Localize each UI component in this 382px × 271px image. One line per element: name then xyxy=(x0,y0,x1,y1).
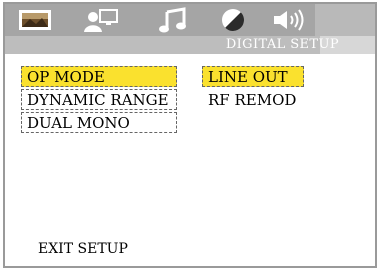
tab-speaker[interactable] xyxy=(267,4,317,36)
main-menu: OP MODE DYNAMIC RANGE DUAL MONO xyxy=(21,66,177,135)
menu-item-dual-mono[interactable]: DUAL MONO xyxy=(21,112,177,133)
exit-setup-button[interactable]: EXIT SETUP xyxy=(38,241,128,257)
tab-general[interactable] xyxy=(17,4,53,36)
speaker-icon xyxy=(274,9,304,31)
section-title-bar: DIGITAL SETUP xyxy=(5,36,375,54)
setup-screen: DIGITAL SETUP OP MODE DYNAMIC RANGE DUAL… xyxy=(3,2,377,268)
submenu: LINE OUT RF REMOD xyxy=(202,66,304,112)
tab-video[interactable] xyxy=(215,4,251,36)
contrast-icon xyxy=(222,9,245,32)
music-note-icon xyxy=(159,7,186,33)
tv-monitor-icon xyxy=(19,10,51,30)
user-computer-icon xyxy=(84,9,118,32)
tab-bar-filler xyxy=(315,4,375,36)
tab-audio[interactable] xyxy=(155,4,191,36)
menu-item-dynamic-range[interactable]: DYNAMIC RANGE xyxy=(21,89,177,110)
section-title: DIGITAL SETUP xyxy=(225,37,339,52)
tab-user[interactable] xyxy=(80,4,124,36)
icon-tab-bar xyxy=(5,4,375,36)
menu-item-op-mode[interactable]: OP MODE xyxy=(21,66,177,87)
submenu-item-rf-remod[interactable]: RF REMOD xyxy=(202,89,304,110)
submenu-item-line-out[interactable]: LINE OUT xyxy=(202,66,304,87)
